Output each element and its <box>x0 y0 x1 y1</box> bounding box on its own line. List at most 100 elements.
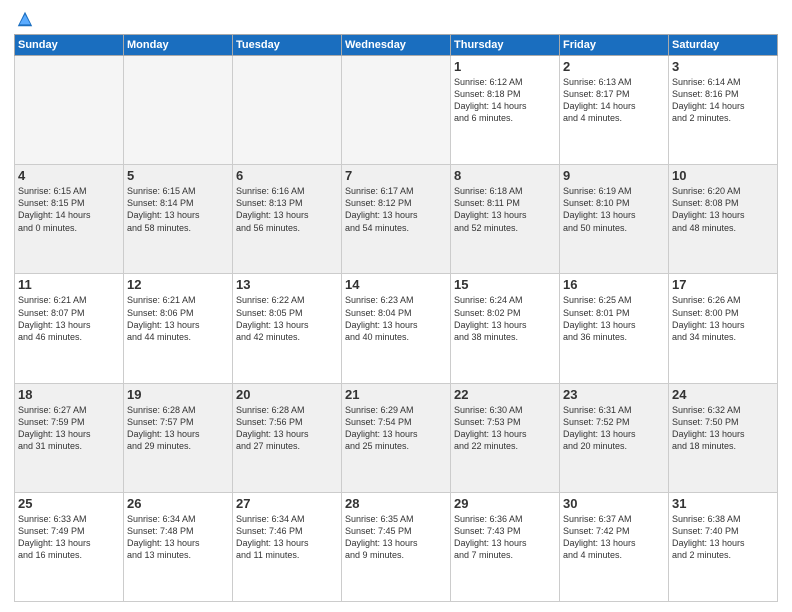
calendar-cell: 30Sunrise: 6:37 AM Sunset: 7:42 PM Dayli… <box>560 492 669 601</box>
day-number: 30 <box>563 496 665 511</box>
calendar-page: SundayMondayTuesdayWednesdayThursdayFrid… <box>0 0 792 612</box>
cell-content: Sunrise: 6:14 AM Sunset: 8:16 PM Dayligh… <box>672 76 774 125</box>
calendar-cell: 23 Sunrise: 6:31 AM Sunset: 7:52 PM Dayli… <box>560 383 669 492</box>
calendar-cell: 31Sunrise: 6:38 AM Sunset: 7:40 PM Dayli… <box>669 492 778 601</box>
cell-content: Sunrise: 6:38 AM Sunset: 7:40 PM Dayligh… <box>672 513 774 562</box>
day-number: 15 <box>454 277 556 292</box>
cell-content: Sunrise: 6:15 AM Sunset: 8:15 PM Dayligh… <box>18 185 120 234</box>
calendar-cell: 10 Sunrise: 6:20 AM Sunset: 8:08 PM Dayli… <box>669 165 778 274</box>
calendar-cell: 9 Sunrise: 6:19 AM Sunset: 8:10 PM Daylig… <box>560 165 669 274</box>
day-number: 12 <box>127 277 229 292</box>
cell-content: Sunrise: 6:21 AM Sunset: 8:06 PM Dayligh… <box>127 294 229 343</box>
calendar-cell: 1 Sunrise: 6:12 AM Sunset: 8:18 PM Daylig… <box>451 56 560 165</box>
day-number: 11 <box>18 277 120 292</box>
day-header-tuesday: Tuesday <box>233 35 342 56</box>
calendar-cell: 21 Sunrise: 6:29 AM Sunset: 7:54 PM Dayli… <box>342 383 451 492</box>
day-number: 10 <box>672 168 774 183</box>
day-number: 16 <box>563 277 665 292</box>
calendar-cell: 24 Sunrise: 6:32 AM Sunset: 7:50 PM Dayli… <box>669 383 778 492</box>
calendar-cell: 15Sunrise: 6:24 AM Sunset: 8:02 PM Dayli… <box>451 274 560 383</box>
day-number: 7 <box>345 168 447 183</box>
cell-content: Sunrise: 6:34 AM Sunset: 7:46 PM Dayligh… <box>236 513 338 562</box>
cell-content: Sunrise: 6:25 AM Sunset: 8:01 PM Dayligh… <box>563 294 665 343</box>
cell-content: Sunrise: 6:21 AM Sunset: 8:07 PM Dayligh… <box>18 294 120 343</box>
cell-content: Sunrise: 6:36 AM Sunset: 7:43 PM Dayligh… <box>454 513 556 562</box>
cell-content: Sunrise: 6:29 AM Sunset: 7:54 PM Dayligh… <box>345 404 447 453</box>
calendar-row-1: 1 Sunrise: 6:12 AM Sunset: 8:18 PM Daylig… <box>15 56 778 165</box>
day-number: 13 <box>236 277 338 292</box>
cell-content: Sunrise: 6:26 AM Sunset: 8:00 PM Dayligh… <box>672 294 774 343</box>
cell-content: Sunrise: 6:31 AM Sunset: 7:52 PM Dayligh… <box>563 404 665 453</box>
calendar-cell: 5 Sunrise: 6:15 AM Sunset: 8:14 PM Daylig… <box>124 165 233 274</box>
day-number: 1 <box>454 59 556 74</box>
cell-content: Sunrise: 6:30 AM Sunset: 7:53 PM Dayligh… <box>454 404 556 453</box>
day-header-monday: Monday <box>124 35 233 56</box>
cell-content: Sunrise: 6:34 AM Sunset: 7:48 PM Dayligh… <box>127 513 229 562</box>
cell-content: Sunrise: 6:28 AM Sunset: 7:56 PM Dayligh… <box>236 404 338 453</box>
day-number: 19 <box>127 387 229 402</box>
day-header-thursday: Thursday <box>451 35 560 56</box>
logo <box>14 10 34 28</box>
day-number: 24 <box>672 387 774 402</box>
calendar-cell: 6 Sunrise: 6:16 AM Sunset: 8:13 PM Daylig… <box>233 165 342 274</box>
calendar-cell: 25Sunrise: 6:33 AM Sunset: 7:49 PM Dayli… <box>15 492 124 601</box>
day-number: 5 <box>127 168 229 183</box>
calendar-cell: 16 Sunrise: 6:25 AM Sunset: 8:01 PM Dayli… <box>560 274 669 383</box>
day-number: 27 <box>236 496 338 511</box>
day-header-sunday: Sunday <box>15 35 124 56</box>
calendar-cell: 7 Sunrise: 6:17 AM Sunset: 8:12 PM Daylig… <box>342 165 451 274</box>
calendar-cell: 13 Sunrise: 6:22 AM Sunset: 8:05 PM Dayli… <box>233 274 342 383</box>
header-row: SundayMondayTuesdayWednesdayThursdayFrid… <box>15 35 778 56</box>
calendar-cell: 11 Sunrise: 6:21 AM Sunset: 8:07 PM Dayli… <box>15 274 124 383</box>
cell-content: Sunrise: 6:18 AM Sunset: 8:11 PM Dayligh… <box>454 185 556 234</box>
day-number: 23 <box>563 387 665 402</box>
calendar-cell: 27 Sunrise: 6:34 AM Sunset: 7:46 PM Dayli… <box>233 492 342 601</box>
logo-icon <box>16 10 34 28</box>
calendar-cell: 22 Sunrise: 6:30 AM Sunset: 7:53 PM Dayli… <box>451 383 560 492</box>
cell-content: Sunrise: 6:27 AM Sunset: 7:59 PM Dayligh… <box>18 404 120 453</box>
day-header-wednesday: Wednesday <box>342 35 451 56</box>
cell-content: Sunrise: 6:19 AM Sunset: 8:10 PM Dayligh… <box>563 185 665 234</box>
calendar-cell: 14 Sunrise: 6:23 AM Sunset: 8:04 PM Dayli… <box>342 274 451 383</box>
day-number: 20 <box>236 387 338 402</box>
cell-content: Sunrise: 6:32 AM Sunset: 7:50 PM Dayligh… <box>672 404 774 453</box>
day-number: 28 <box>345 496 447 511</box>
calendar-cell: 12 Sunrise: 6:21 AM Sunset: 8:06 PM Dayli… <box>124 274 233 383</box>
calendar-cell <box>233 56 342 165</box>
header <box>14 10 778 28</box>
day-number: 22 <box>454 387 556 402</box>
cell-content: Sunrise: 6:15 AM Sunset: 8:14 PM Dayligh… <box>127 185 229 234</box>
cell-content: Sunrise: 6:23 AM Sunset: 8:04 PM Dayligh… <box>345 294 447 343</box>
cell-content: Sunrise: 6:20 AM Sunset: 8:08 PM Dayligh… <box>672 185 774 234</box>
day-number: 26 <box>127 496 229 511</box>
calendar-cell <box>124 56 233 165</box>
day-number: 3 <box>672 59 774 74</box>
cell-content: Sunrise: 6:16 AM Sunset: 8:13 PM Dayligh… <box>236 185 338 234</box>
day-number: 9 <box>563 168 665 183</box>
cell-content: Sunrise: 6:12 AM Sunset: 8:18 PM Dayligh… <box>454 76 556 125</box>
calendar-cell: 2Sunrise: 6:13 AM Sunset: 8:17 PM Daylig… <box>560 56 669 165</box>
calendar-cell: 18Sunrise: 6:27 AM Sunset: 7:59 PM Dayli… <box>15 383 124 492</box>
day-number: 14 <box>345 277 447 292</box>
calendar-row-5: 25Sunrise: 6:33 AM Sunset: 7:49 PM Dayli… <box>15 492 778 601</box>
day-number: 8 <box>454 168 556 183</box>
cell-content: Sunrise: 6:17 AM Sunset: 8:12 PM Dayligh… <box>345 185 447 234</box>
cell-content: Sunrise: 6:22 AM Sunset: 8:05 PM Dayligh… <box>236 294 338 343</box>
calendar-cell: 28Sunrise: 6:35 AM Sunset: 7:45 PM Dayli… <box>342 492 451 601</box>
calendar-cell <box>15 56 124 165</box>
day-number: 6 <box>236 168 338 183</box>
day-header-friday: Friday <box>560 35 669 56</box>
day-number: 4 <box>18 168 120 183</box>
calendar-cell: 20 Sunrise: 6:28 AM Sunset: 7:56 PM Dayli… <box>233 383 342 492</box>
day-number: 29 <box>454 496 556 511</box>
calendar-row-2: 4 Sunrise: 6:15 AM Sunset: 8:15 PM Daylig… <box>15 165 778 274</box>
day-number: 2 <box>563 59 665 74</box>
calendar-cell: 19Sunrise: 6:28 AM Sunset: 7:57 PM Dayli… <box>124 383 233 492</box>
day-header-saturday: Saturday <box>669 35 778 56</box>
calendar-cell <box>342 56 451 165</box>
day-number: 21 <box>345 387 447 402</box>
day-number: 25 <box>18 496 120 511</box>
calendar-cell: 26 Sunrise: 6:34 AM Sunset: 7:48 PM Dayli… <box>124 492 233 601</box>
calendar-cell: 8 Sunrise: 6:18 AM Sunset: 8:11 PM Daylig… <box>451 165 560 274</box>
calendar-table: SundayMondayTuesdayWednesdayThursdayFrid… <box>14 34 778 602</box>
